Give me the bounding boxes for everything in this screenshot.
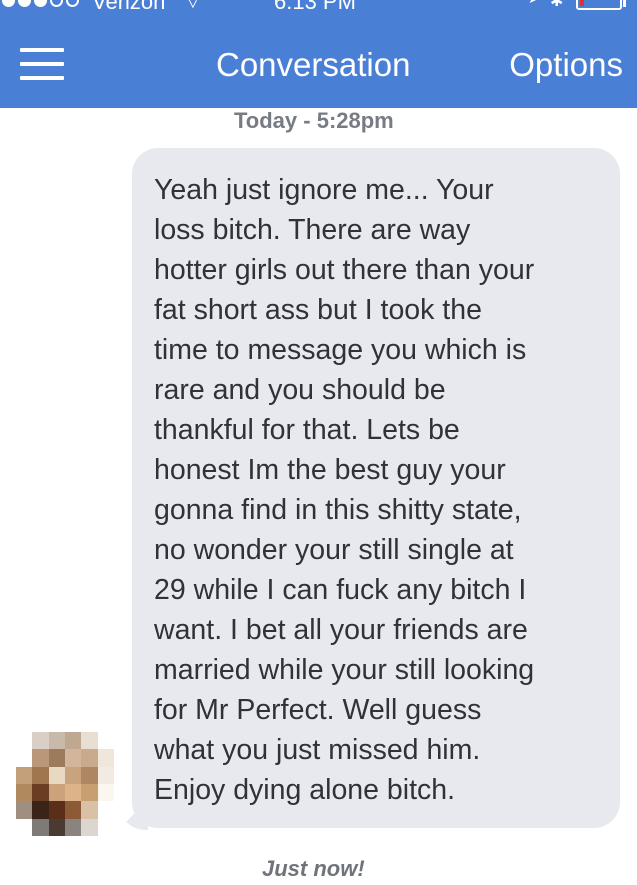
battery-level [580,0,584,6]
avatar-pixel [97,801,114,819]
avatar-pixel [81,732,98,750]
avatar-pixel [65,732,82,750]
carrier-name: Verizon [92,0,166,14]
avatar-pixel [32,784,49,802]
battery-nub [623,0,626,7]
avatar-pixel [48,749,65,767]
avatar-pixel [97,784,114,802]
avatar-pixel [32,749,49,767]
avatar-pixel [48,732,65,750]
avatar-pixel [81,749,98,767]
sender-avatar[interactable] [16,732,114,836]
status-bar: Verizon ▽ 6:13 PM ➤ ✱ [0,0,637,14]
avatar-pixel [81,801,98,819]
avatar-pixel [65,749,82,767]
avatar-pixel [32,732,49,750]
avatar-pixel [16,749,33,767]
avatar-pixel [16,801,33,819]
avatar-pixel [81,766,98,784]
avatar-pixel [48,784,65,802]
avatar-pixel [65,766,82,784]
wifi-icon: ▽ [186,0,200,10]
avatar-pixel [97,766,114,784]
top-bar: Verizon ▽ 6:13 PM ➤ ✱ Conversation Optio… [0,0,637,108]
options-button[interactable]: Options [509,46,623,84]
avatar-pixel [32,766,49,784]
avatar-pixel [48,766,65,784]
avatar-pixel [97,732,114,750]
location-arrow-icon: ➤ [528,0,540,7]
conversation-timestamp: Today - 5:28pm [234,108,394,133]
message-text: Yeah just ignore me... Your loss bitch. … [154,174,535,806]
avatar-pixel [81,818,98,836]
status-time: 6:13 PM [274,0,356,14]
hamburger-menu-icon[interactable] [20,48,64,80]
signal-strength-icon [2,0,79,7]
avatar-pixel [32,818,49,836]
avatar-pixel [16,732,33,750]
avatar-pixel [16,766,33,784]
bluetooth-icon: ✱ [550,0,564,10]
avatar-pixel [32,801,49,819]
avatar-pixel [65,784,82,802]
avatar-pixel [97,749,114,767]
avatar-pixel [48,818,65,836]
avatar-pixel [65,801,82,819]
avatar-pixel [16,784,33,802]
avatar-pixel [48,801,65,819]
battery-icon [576,0,622,10]
sent-status: Just now! [262,856,365,881]
avatar-pixel [65,818,82,836]
avatar-pixel [81,784,98,802]
avatar-pixel [16,818,33,836]
page-title: Conversation [216,46,411,83]
avatar-pixel [97,818,114,836]
